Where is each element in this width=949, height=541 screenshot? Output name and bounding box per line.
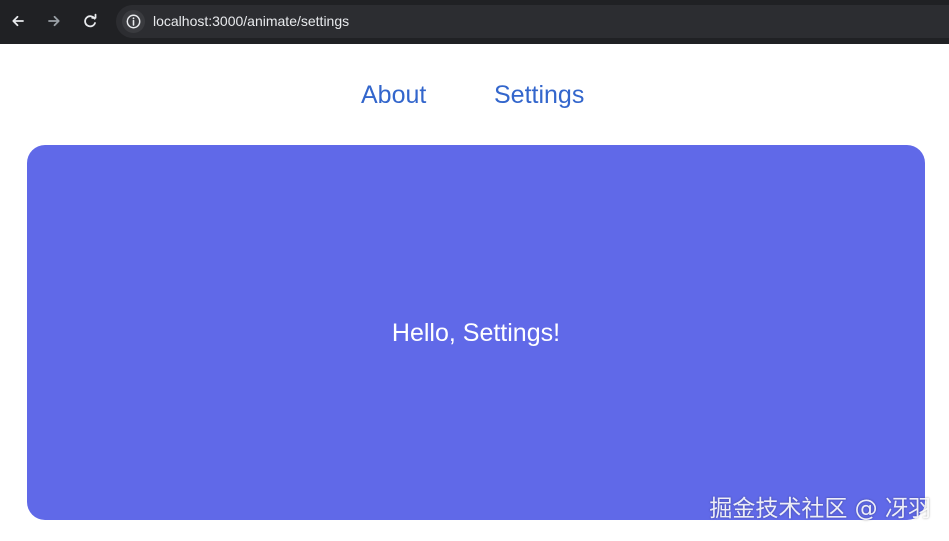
nav-link-settings[interactable]: Settings [494,78,584,112]
info-icon [126,14,141,29]
back-button[interactable] [7,10,29,32]
url-text[interactable]: localhost:3000/animate/settings [153,13,349,30]
browser-toolbar: localhost:3000/animate/settings [0,0,949,44]
content-card: Hello, Settings! [27,145,925,520]
card-message: Hello, Settings! [391,318,561,347]
site-info-button[interactable] [122,10,145,33]
arrow-left-icon [12,15,24,27]
reload-button[interactable] [79,10,101,32]
arrow-right-icon [48,15,60,27]
nav-link-about[interactable]: About [361,78,426,112]
reload-icon [84,13,97,28]
top-navigation: About Settings [0,78,949,112]
address-bar[interactable]: localhost:3000/animate/settings [116,5,949,38]
forward-button[interactable] [43,10,65,32]
